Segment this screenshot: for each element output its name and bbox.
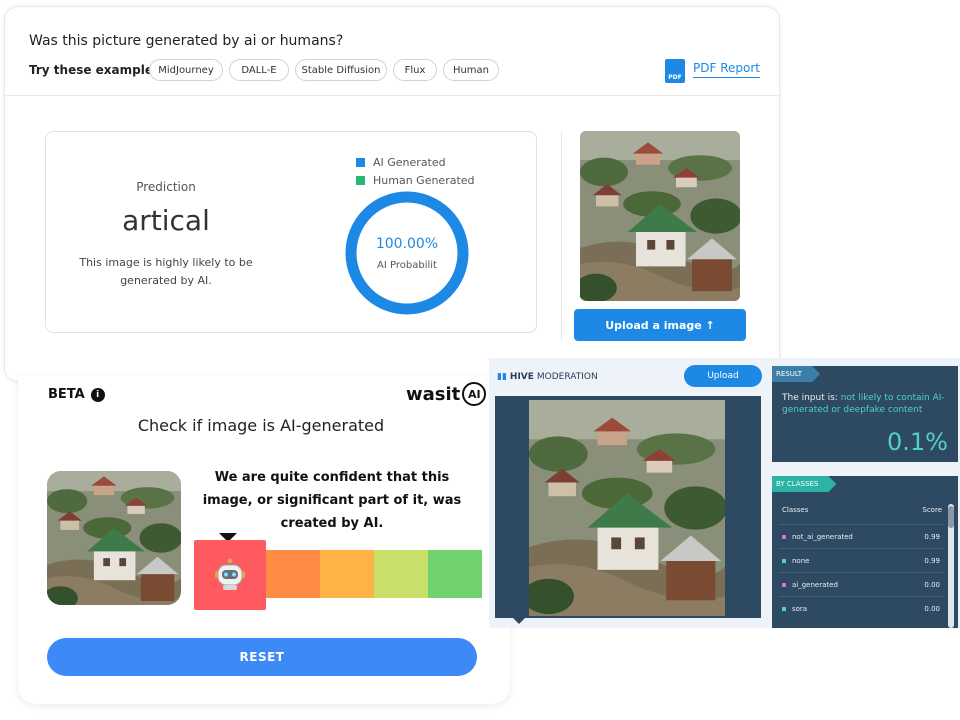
wasitai-logo: wasit AI xyxy=(406,382,487,406)
legend-human-generated: Human Generated xyxy=(356,174,475,187)
robot-icon xyxy=(214,558,246,591)
wasit-image-thumbnail xyxy=(47,471,181,605)
class-score: 0.99 xyxy=(924,532,940,541)
scale-active-segment xyxy=(194,540,266,610)
wasit-logo-text: wasit xyxy=(406,383,461,405)
uploaded-image-thumbnail xyxy=(580,131,740,301)
pdf-icon[interactable]: PDF xyxy=(665,59,685,83)
example-chip-stable-diffusion[interactable]: Stable Diffusion xyxy=(295,59,387,81)
upload-image-button[interactable]: Upload a image ↑ xyxy=(574,309,746,341)
hive-suffix: MODERATION xyxy=(536,372,598,382)
class-name: not_ai_generated xyxy=(792,532,853,541)
header-divider xyxy=(5,95,779,96)
page-title: Was this picture generated by ai or huma… xyxy=(29,33,344,49)
hive-image xyxy=(529,400,725,616)
scale-segment-very-likely-human xyxy=(428,550,482,598)
prediction-card: Prediction artical This image is highly … xyxy=(45,131,537,333)
wasit-logo-badge: AI xyxy=(462,382,487,406)
score-column-header: Score xyxy=(922,506,942,514)
wasitai-panel: BETA i wasit AI Check if image is AI-gen… xyxy=(18,376,510,704)
info-icon[interactable]: i xyxy=(90,387,105,402)
viewer-pointer-icon xyxy=(513,618,525,624)
classes-column-header: Classes xyxy=(782,506,809,514)
examples-label: Try these examples: xyxy=(29,63,165,77)
legend-swatch-human xyxy=(356,176,365,185)
class-row: ai_generated 0.00 xyxy=(778,572,944,596)
example-chip-midjourney[interactable]: MidJourney xyxy=(149,59,223,81)
hive-image-viewer xyxy=(495,396,761,618)
result-percent: 0.1% xyxy=(887,428,948,456)
legend-ai-generated: AI Generated xyxy=(356,156,446,169)
donut-label: AI Probabilit xyxy=(377,260,437,271)
classes-header: Classes Score xyxy=(782,506,942,514)
wasit-verdict-message: We are quite confident that this image, … xyxy=(202,470,462,531)
legend-label-human: Human Generated xyxy=(373,174,475,187)
class-score: 0.99 xyxy=(924,556,940,565)
ai-probability-donut xyxy=(345,191,469,315)
class-row: not_ai_generated 0.99 xyxy=(778,524,944,548)
class-dot-icon xyxy=(782,558,786,563)
result-text: The input is: not likely to contain AI-g… xyxy=(782,392,952,416)
class-dot-icon xyxy=(782,534,786,539)
donut-percent: 100.00% xyxy=(375,236,439,252)
example-chip-flux[interactable]: Flux xyxy=(393,59,437,81)
beta-label: BETA xyxy=(48,387,85,402)
donut-arc xyxy=(345,191,469,315)
example-chip-dalle[interactable]: DALL-E xyxy=(229,59,289,81)
class-row: sora 0.00 xyxy=(778,596,944,620)
hive-bars-icon: ▮▮ xyxy=(497,372,507,382)
confidence-scale xyxy=(194,540,482,610)
prediction-description: This image is highly likely to be genera… xyxy=(79,256,253,287)
vertical-divider xyxy=(561,131,562,341)
prediction-value: artical xyxy=(122,204,210,237)
scale-segment-likely-human xyxy=(374,550,428,598)
legend-swatch-ai xyxy=(356,158,365,167)
hive-brand: HIVE xyxy=(509,372,534,382)
scale-segment-likely-ai xyxy=(266,550,320,598)
class-name: ai_generated xyxy=(792,580,838,589)
classes-tag: BY CLASSES xyxy=(772,476,836,492)
classes-box: BY CLASSES Classes Score not_ai_generate… xyxy=(772,476,958,628)
class-name: none xyxy=(792,556,810,565)
scale-segment-uncertain xyxy=(320,550,374,598)
hive-upload-button[interactable]: Upload xyxy=(684,365,762,387)
wasit-title: Check if image is AI-generated xyxy=(137,416,385,435)
pdf-report-link[interactable]: PDF Report xyxy=(693,61,760,78)
class-dot-icon xyxy=(782,606,786,611)
ai-detector-panel: Was this picture generated by ai or huma… xyxy=(4,6,780,382)
hive-moderation-panel: ▮▮ HIVE MODERATION Upload RESULT The inp… xyxy=(489,358,960,628)
prediction-label: Prediction xyxy=(136,180,196,194)
class-score: 0.00 xyxy=(924,604,940,613)
class-row: none 0.99 xyxy=(778,548,944,572)
classes-scrollbar-thumb[interactable] xyxy=(948,506,954,528)
legend-label-ai: AI Generated xyxy=(373,156,446,169)
result-prefix: The input is: xyxy=(782,393,841,403)
class-score: 0.00 xyxy=(924,580,940,589)
result-box: RESULT The input is: not likely to conta… xyxy=(772,366,958,462)
hive-logo: ▮▮ HIVE MODERATION xyxy=(497,372,598,382)
reset-button[interactable]: RESET xyxy=(47,638,477,676)
class-name: sora xyxy=(792,604,808,613)
beta-badge: BETA i xyxy=(48,387,105,402)
class-dot-icon xyxy=(782,582,786,587)
result-tag: RESULT xyxy=(772,366,820,382)
example-chip-human[interactable]: Human xyxy=(443,59,499,81)
